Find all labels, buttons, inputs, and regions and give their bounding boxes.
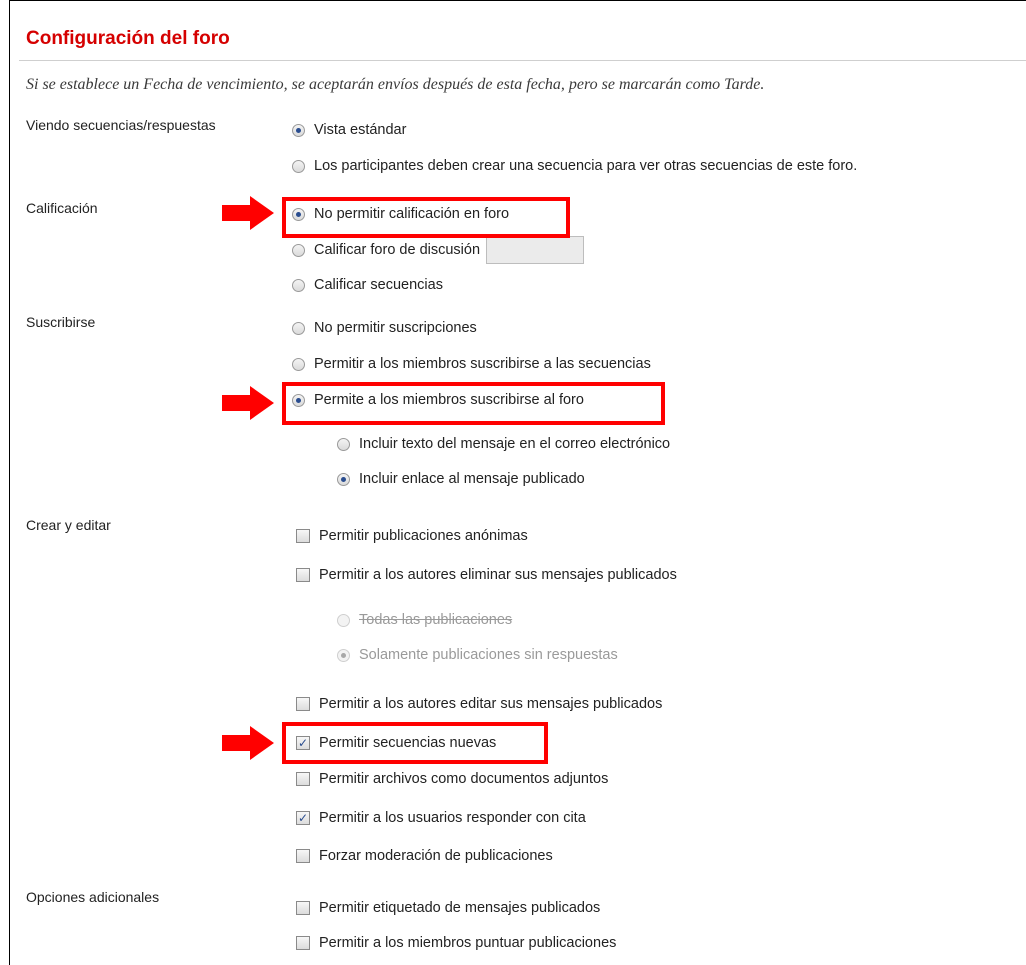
option-grade-forum[interactable]: Calificar foro de discusión (292, 236, 585, 264)
option-label: Permitir archivos como documentos adjunt… (319, 771, 609, 787)
highlight-box-subscribe-forum (282, 382, 665, 425)
divider (19, 60, 1026, 61)
radio-include-link[interactable] (337, 472, 350, 486)
checkbox-force-moderation[interactable] (296, 849, 310, 863)
option-label: Permitir a los miembros suscribirse a la… (314, 356, 651, 372)
option-force-moderation[interactable]: Forzar moderación de publicaciones (296, 848, 553, 864)
option-label: No permitir suscripciones (314, 320, 477, 336)
option-rating[interactable]: Permitir a los miembros puntuar publicac… (296, 935, 616, 951)
highlight-box-new-threads (282, 722, 548, 764)
option-label: Permitir etiquetado de mensajes publicad… (319, 900, 601, 916)
option-label: Permitir publicaciones anónimas (319, 528, 528, 544)
option-attachments[interactable]: Permitir archivos como documentos adjunt… (296, 771, 608, 787)
option-edit-own-posts[interactable]: Permitir a los autores editar sus mensaj… (296, 696, 662, 712)
checkbox-reply-with-quote[interactable]: ✓ (296, 811, 310, 825)
checkbox-rating[interactable] (296, 936, 310, 950)
radio-include-message-text[interactable] (337, 437, 350, 451)
option-subscribe-threads[interactable]: Permitir a los miembros suscribirse a la… (292, 356, 651, 372)
section-label-additional: Opciones adicionales (26, 889, 160, 905)
option-label: Los participantes deben crear una secuen… (314, 158, 858, 174)
option-label: Vista estándar (314, 122, 407, 138)
option-label: Permitir a los usuarios responder con ci… (319, 810, 586, 826)
radio-grade-threads[interactable] (292, 278, 305, 292)
due-date-note: Si se establece un Fecha de vencimiento,… (26, 76, 765, 93)
section-label-grading: Calificación (26, 200, 98, 216)
red-arrow-icon (222, 196, 274, 230)
section-label-subscribe: Suscribirse (26, 314, 96, 330)
option-label: Incluir enlace al mensaje publicado (359, 471, 585, 487)
option-must-create-thread[interactable]: Los participantes deben crear una secuen… (292, 158, 857, 174)
option-include-link[interactable]: Incluir enlace al mensaje publicado (337, 471, 585, 487)
option-all-posts: Todas las publicaciones (337, 612, 512, 628)
points-possible-field[interactable] (486, 236, 585, 264)
option-anonymous-posts[interactable]: Permitir publicaciones anónimas (296, 528, 528, 544)
radio-grade-forum[interactable] (292, 243, 305, 257)
highlight-box-no-grading (282, 197, 570, 238)
option-label: Permitir a los autores editar sus mensaj… (319, 696, 663, 712)
option-grade-threads[interactable]: Calificar secuencias (292, 277, 443, 293)
option-label: Calificar secuencias (314, 277, 443, 293)
option-tagging[interactable]: Permitir etiquetado de mensajes publicad… (296, 900, 600, 916)
checkbox-anonymous-posts[interactable] (296, 529, 310, 543)
checkbox-tagging[interactable] (296, 901, 310, 915)
option-reply-with-quote[interactable]: ✓ Permitir a los usuarios responder con … (296, 810, 586, 826)
option-include-message-text[interactable]: Incluir texto del mensaje en el correo e… (337, 436, 670, 452)
red-arrow-icon (222, 726, 274, 760)
section-label-create-edit: Crear y editar (26, 517, 111, 533)
page-title: Configuración del foro (26, 28, 230, 49)
option-label: Solamente publicaciones sin respuestas (359, 647, 618, 663)
section-label-viewing: Viendo secuencias/respuestas (26, 117, 216, 133)
option-label: Todas las publicaciones (359, 612, 513, 628)
option-standard-view[interactable]: Vista estándar (292, 122, 406, 138)
red-arrow-icon (222, 386, 274, 420)
option-no-subscriptions[interactable]: No permitir suscripciones (292, 320, 477, 336)
radio-standard-view[interactable] (292, 123, 305, 137)
checkbox-edit-own-posts[interactable] (296, 697, 310, 711)
radio-all-posts (337, 613, 350, 627)
radio-only-unreplied-posts (337, 648, 350, 662)
option-label: Permitir a los miembros puntuar publicac… (319, 935, 617, 951)
radio-must-create-thread[interactable] (292, 159, 305, 173)
option-label: Forzar moderación de publicaciones (319, 848, 553, 864)
radio-no-subscriptions[interactable] (292, 321, 305, 335)
option-label: Calificar foro de discusión (314, 242, 481, 258)
radio-subscribe-threads[interactable] (292, 357, 305, 371)
option-only-unreplied-posts: Solamente publicaciones sin respuestas (337, 647, 618, 663)
option-label: Permitir a los autores eliminar sus mens… (319, 567, 677, 583)
option-label: Incluir texto del mensaje en el correo e… (359, 436, 671, 452)
checkbox-attachments[interactable] (296, 772, 310, 786)
option-delete-own-posts[interactable]: Permitir a los autores eliminar sus mens… (296, 567, 677, 583)
checkbox-delete-own-posts[interactable] (296, 568, 310, 582)
